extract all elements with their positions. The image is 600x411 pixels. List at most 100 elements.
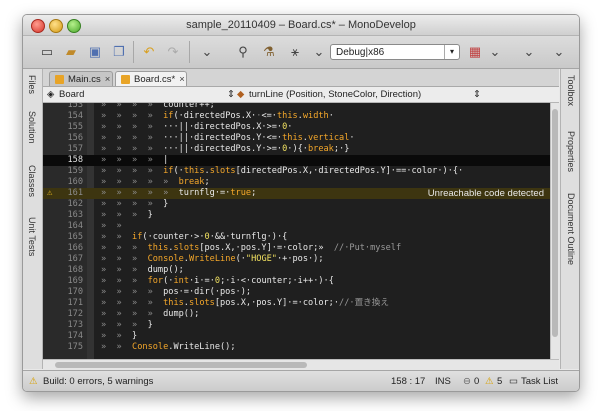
- toolbar-separator: [189, 41, 190, 63]
- redo-icon[interactable]: ↷: [163, 42, 183, 62]
- code-text: » » » }: [101, 210, 153, 220]
- find-icon[interactable]: ⚲: [233, 42, 253, 62]
- vertical-scrollbar[interactable]: [550, 103, 560, 359]
- code-text: » » » dump();: [101, 265, 184, 275]
- code-line[interactable]: 167 » » » Console.WriteLine(·"HOGE"·+·pos…: [43, 254, 550, 265]
- code-text: » » » » }: [101, 199, 169, 209]
- task-list-icon[interactable]: ▭: [509, 371, 518, 391]
- code-line[interactable]: 162 » » » » }: [43, 199, 550, 210]
- tab-board-cs[interactable]: Board.cs* ×: [115, 71, 187, 86]
- code-line[interactable]: 157 » » » » ···||·directedPos.Y·>=·0·){·b…: [43, 144, 550, 155]
- horizontal-scrollbar[interactable]: [43, 359, 559, 370]
- code-line[interactable]: 168 » » » dump();: [43, 265, 550, 276]
- code-text: » » » » ···||·directedPos.X·>=·0·: [101, 122, 293, 132]
- code-line[interactable]: 154 » » » » if(·directedPos.X··<=·this.wi…: [43, 111, 550, 122]
- warning-message: Unreachable code detected: [427, 188, 544, 199]
- pad-tab-properties[interactable]: Properties: [566, 131, 576, 172]
- line-number: 175: [67, 342, 83, 352]
- code-text: » » » » counter++;: [101, 103, 215, 110]
- code-line[interactable]: 165 » » if(·counter·>·0·&&·turnflg·)·{: [43, 232, 550, 243]
- warning-icon[interactable]: ⚠: [485, 371, 494, 391]
- error-icon[interactable]: ⊖: [463, 371, 471, 391]
- line-number: 166: [67, 243, 83, 253]
- code-text: » » » » this.slots[pos.X,·pos.Y]·=·color…: [101, 298, 389, 308]
- code-line[interactable]: 159 » » » » if(·this.slots[directedPos.X,…: [43, 166, 550, 177]
- warning-count[interactable]: 5: [497, 371, 502, 391]
- pad-tab-classes[interactable]: Classes: [27, 165, 37, 197]
- code-line[interactable]: 153 » » » » counter++;: [43, 103, 550, 111]
- line-number: 154: [67, 111, 83, 121]
- save-icon[interactable]: ▣: [85, 42, 105, 62]
- code-text: » » » » » turnflg·=·true;: [101, 188, 257, 198]
- right-pad-bar: Toolbox Properties Document Outline: [560, 69, 579, 369]
- horizontal-scroll-thumb[interactable]: [55, 362, 307, 368]
- line-number: 168: [67, 265, 83, 275]
- dropdown-arrow-icon[interactable]: ⌄: [549, 42, 569, 62]
- path-bar: ◈ Board ⇕ ◆ turnLine (Position, StoneCol…: [43, 87, 559, 103]
- code-line[interactable]: 161 ⚠ Unreachable code detected» » » » » t…: [43, 188, 550, 199]
- warning-marker-icon[interactable]: ⚠: [47, 188, 52, 199]
- task-list-button[interactable]: Task List: [521, 371, 558, 391]
- new-file-icon[interactable]: ▭: [37, 42, 57, 62]
- code-line[interactable]: 158 » » » » |: [43, 155, 550, 166]
- configuration-select[interactable]: Debug|x86 ▾: [330, 44, 460, 60]
- dropdown-arrow-icon[interactable]: ⌄: [485, 42, 505, 62]
- code-text: » » » » ···||·directedPos.Y·<=·this.vert…: [101, 133, 355, 143]
- configuration-value: Debug|x86: [336, 47, 385, 58]
- code-line[interactable]: 175 » » Console.WriteLine();: [43, 342, 550, 353]
- select-arrow-icon: ⇕: [227, 89, 235, 100]
- vertical-scroll-thumb[interactable]: [552, 109, 558, 337]
- main-toolbar: ▭ ▰ ▣ ❐ ↶ ↷ ⌄ ⚲ ⚗ ⚹ ⌄ Debug|x86 ▾ ▦ ⌄ ⌄ …: [23, 36, 579, 69]
- member-path-select[interactable]: turnLine (Position, StoneColor, Directio…: [249, 87, 421, 102]
- code-line[interactable]: 156 » » » » ···||·directedPos.Y·<=·this.v…: [43, 133, 550, 144]
- line-number: 153: [67, 103, 83, 110]
- code-editor[interactable]: 153 » » » » counter++; 154 » » » » if(·dire…: [43, 103, 550, 359]
- dropdown-arrow-icon[interactable]: ⌄: [197, 42, 217, 62]
- find-in-files-icon[interactable]: ⚗: [259, 42, 279, 62]
- pad-tab-document-outline[interactable]: Document Outline: [566, 193, 576, 265]
- pad-tab-unit-tests[interactable]: Unit Tests: [27, 217, 37, 256]
- code-line[interactable]: 172 » » » » dump();: [43, 309, 550, 320]
- code-line[interactable]: 155 » » » » ···||·directedPos.X·>=·0·: [43, 122, 550, 133]
- dropdown-arrow-icon[interactable]: ⌄: [519, 42, 539, 62]
- open-folder-icon[interactable]: ▰: [61, 42, 81, 62]
- pad-tab-toolbox[interactable]: Toolbox: [566, 75, 576, 106]
- save-all-icon[interactable]: ❐: [109, 42, 129, 62]
- line-number: 159: [67, 166, 83, 176]
- dropdown-arrow-icon[interactable]: ⌄: [309, 42, 329, 62]
- warning-icon: ⚠: [29, 376, 38, 387]
- code-text: » » }: [101, 331, 138, 341]
- code-line[interactable]: 173 » » » }: [43, 320, 550, 331]
- code-line[interactable]: 169 » » » for(·int·i·=·0;·i·<·counter;·i+…: [43, 276, 550, 287]
- code-line[interactable]: 171 » » » » this.slots[pos.X,·pos.Y]·=·co…: [43, 298, 550, 309]
- code-line[interactable]: 164 » »: [43, 221, 550, 232]
- error-count[interactable]: 0: [474, 371, 479, 391]
- line-number: 170: [67, 287, 83, 297]
- code-line[interactable]: 160 » » » » » break;: [43, 177, 550, 188]
- close-tab-icon[interactable]: ×: [105, 74, 111, 85]
- code-line[interactable]: 174 » » }: [43, 331, 550, 342]
- insert-mode: INS: [435, 376, 451, 387]
- pad-tab-solution[interactable]: Solution: [27, 111, 37, 144]
- window-title: sample_20110409 – Board.cs* – MonoDevelo…: [186, 19, 416, 31]
- line-number: 167: [67, 254, 83, 264]
- replace-icon[interactable]: ⚹: [285, 42, 305, 62]
- tab-main-cs[interactable]: Main.cs ×: [49, 71, 113, 86]
- line-number: 162: [67, 199, 83, 209]
- line-number: 169: [67, 276, 83, 286]
- code-line[interactable]: 166 » » » this.slots[pos.X,·pos.Y]·=·colo…: [43, 243, 550, 254]
- pad-tab-files[interactable]: Files: [27, 75, 37, 94]
- undo-icon[interactable]: ↶: [139, 42, 159, 62]
- tab-label: Board.cs*: [134, 74, 176, 85]
- class-path-select[interactable]: Board: [59, 87, 84, 102]
- code-line[interactable]: 170 » » » » pos·=·dir(·pos·);: [43, 287, 550, 298]
- code-text: » » » » if(·this.slots[directedPos.X,·di…: [101, 166, 464, 176]
- title-bar: sample_20110409 – Board.cs* – MonoDevelo…: [23, 15, 579, 36]
- build-icon[interactable]: ▦: [465, 42, 485, 62]
- code-line[interactable]: 163 » » » }: [43, 210, 550, 221]
- code-text: » » » » pos·=·dir(·pos·);: [101, 287, 252, 297]
- line-number: 157: [67, 144, 83, 154]
- code-text: » » » » |: [101, 155, 169, 165]
- close-tab-icon[interactable]: ×: [179, 74, 185, 85]
- cursor-position: 158 : 17: [391, 376, 426, 387]
